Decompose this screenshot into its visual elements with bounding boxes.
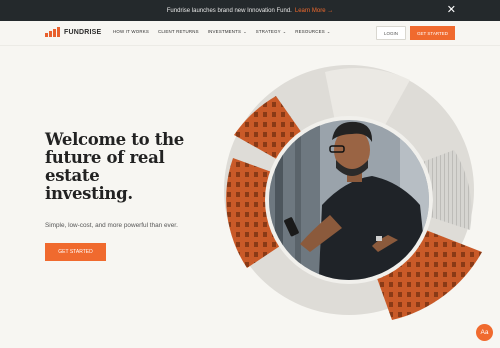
- accessibility-button[interactable]: Aa: [476, 324, 493, 341]
- hero-subtitle: Simple, low-cost, and more powerful than…: [45, 222, 178, 229]
- hero-title-line: Welcome to the: [45, 130, 184, 149]
- hero-title-line: estate: [45, 166, 100, 185]
- hero-title-line: investing.: [45, 184, 133, 203]
- hero-title: Welcome to the future of real estate inv…: [45, 131, 195, 203]
- hero-get-started-button[interactable]: GET STARTED: [45, 243, 106, 261]
- hero-title-line: future of real: [45, 148, 165, 167]
